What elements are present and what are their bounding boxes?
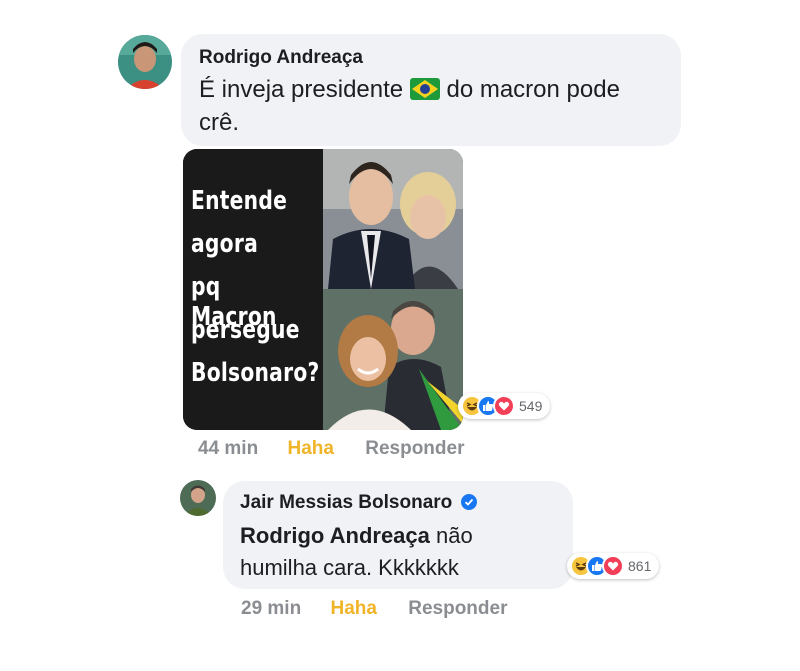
comment-text-line1: Rodrigo Andreaça não [240, 523, 473, 549]
comment-text-line2: humilha cara. Kkkkkkk [240, 555, 459, 580]
meme-line: agora [191, 229, 258, 259]
reply-button[interactable]: Responder [408, 598, 507, 620]
reply-button[interactable]: Responder [365, 438, 464, 460]
comment-actions-bolsonaro: 29 min Haha Responder [241, 598, 507, 620]
reaction-summary[interactable]: 549 [458, 393, 551, 419]
comment-text-after-mention: não [429, 523, 473, 548]
verified-badge-icon [460, 494, 477, 516]
mention-link[interactable]: Rodrigo Andreaça [240, 523, 430, 548]
love-icon [602, 555, 624, 577]
comment-bubble-rodrigo: Rodrigo Andreaça É inveja presidente do … [181, 34, 681, 146]
timestamp[interactable]: 44 min [198, 438, 258, 460]
meme-image[interactable]: Entende agora pq Macron persegue Bolsona… [183, 149, 463, 430]
comment-text-line2: crê. [199, 109, 240, 136]
meme-line: Bolsonaro? [191, 358, 320, 388]
timestamp[interactable]: 29 min [241, 598, 301, 620]
reaction-summary[interactable]: 861 [567, 553, 660, 579]
reaction-count: 549 [519, 398, 543, 414]
haha-reaction-button[interactable]: Haha [287, 438, 333, 460]
avatar-rodrigo[interactable] [118, 35, 172, 89]
comment-author[interactable]: Rodrigo Andreaça [199, 47, 363, 69]
photo-macron-couple [323, 149, 463, 289]
comment-text-before-flag: É inveja presidente [199, 76, 410, 103]
comment-actions-rodrigo: 44 min Haha Responder [198, 438, 464, 460]
reaction-count: 861 [628, 558, 652, 574]
avatar-bolsonaro[interactable] [180, 480, 216, 516]
comment-author[interactable]: Jair Messias Bolsonaro [240, 492, 452, 513]
haha-reaction-button[interactable]: Haha [330, 598, 376, 620]
comment-bubble-bolsonaro: Jair Messias Bolsonaro Rodrigo Andreaça … [223, 481, 573, 589]
meme-line: Entende [191, 186, 288, 216]
brazil-flag-icon [409, 78, 440, 107]
meme-line: persegue [191, 315, 300, 345]
love-icon [493, 395, 515, 417]
meme-caption-panel: Entende agora pq Macron persegue Bolsona… [183, 149, 323, 430]
comment-text-line1: É inveja presidente do macron pode [199, 76, 620, 107]
photo-bolsonaro-couple [323, 289, 463, 430]
comment-text-after-flag: do macron pode [439, 76, 620, 103]
comment-author-line: Jair Messias Bolsonaro [240, 492, 477, 516]
